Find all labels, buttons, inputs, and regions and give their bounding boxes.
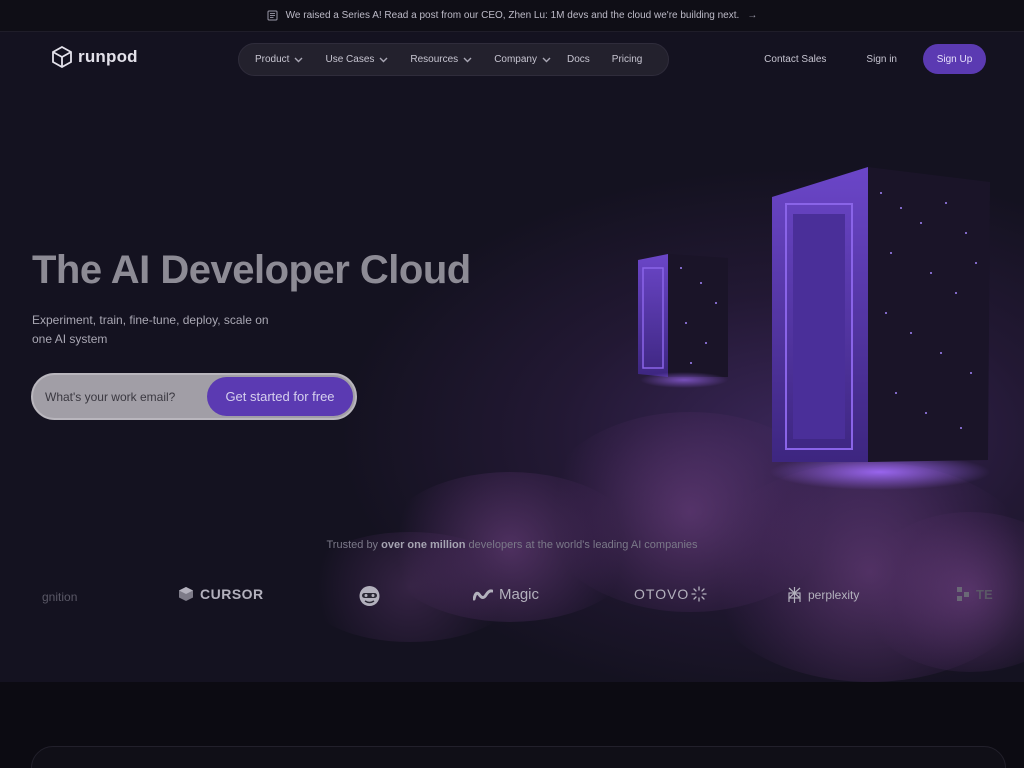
chevron-down-icon <box>379 57 388 63</box>
nav-item-use-cases[interactable]: Use Cases <box>325 54 388 65</box>
chevron-down-icon <box>542 57 551 63</box>
customer-logos: gnition CURSOR Magic OTOVO perplexity TE <box>0 582 1024 614</box>
chevron-down-icon <box>463 57 472 63</box>
cursor-cube-icon <box>179 587 193 601</box>
sunburst-icon <box>691 586 707 602</box>
logo-cursor: CURSOR <box>178 586 264 602</box>
trusted-by-text: Trusted by over one million developers a… <box>326 539 698 551</box>
feature-card <box>31 746 1006 768</box>
nav-menu: Product Use Cases Resources Company Docs <box>238 43 669 76</box>
logo-mascot <box>358 585 381 607</box>
hero-subline: Experiment, train, fine-tune, deploy, sc… <box>32 313 269 346</box>
logo-perplexity: perplexity <box>787 586 859 604</box>
hero-headline: The AI Developer Cloud <box>32 248 471 292</box>
logo-otovo: OTOVO <box>634 586 707 602</box>
logo-magic: Magic <box>473 586 539 603</box>
perplexity-icon <box>788 587 801 603</box>
magic-wave-icon <box>473 588 493 600</box>
contact-sales-link[interactable]: Contact Sales <box>764 54 826 65</box>
announcement-text[interactable]: We raised a Series A! Read a post from o… <box>286 10 740 21</box>
cube-logo-icon <box>52 46 72 68</box>
sign-in-link[interactable]: Sign in <box>866 54 897 65</box>
sign-up-button[interactable]: Sign Up <box>923 44 986 74</box>
mascot-icon <box>359 586 380 606</box>
nav-item-product[interactable]: Product <box>255 54 303 65</box>
nav-item-pricing[interactable]: Pricing <box>612 54 643 65</box>
logo-te: TE <box>956 586 993 602</box>
nav-item-docs[interactable]: Docs <box>567 54 590 65</box>
blocks-icon <box>957 587 969 601</box>
announcement-bar[interactable]: We raised a Series A! Read a post from o… <box>0 0 1024 32</box>
arrow-right-icon: → <box>747 10 758 21</box>
signup-form: Get started for free <box>31 373 357 420</box>
chevron-down-icon <box>294 57 303 63</box>
top-nav: runpod Product Use Cases Resources Compa… <box>0 32 1024 88</box>
nav-item-resources[interactable]: Resources <box>410 54 472 65</box>
nav-item-company[interactable]: Company <box>494 54 551 65</box>
nav-actions: Contact Sales Sign in Sign Up <box>764 44 986 74</box>
logo-text: runpod <box>78 47 138 66</box>
logo-gnition: gnition <box>42 590 78 604</box>
news-icon <box>267 10 278 21</box>
brand-logo[interactable]: runpod <box>52 46 138 68</box>
email-input[interactable] <box>45 387 205 407</box>
get-started-button[interactable]: Get started for free <box>207 377 353 416</box>
